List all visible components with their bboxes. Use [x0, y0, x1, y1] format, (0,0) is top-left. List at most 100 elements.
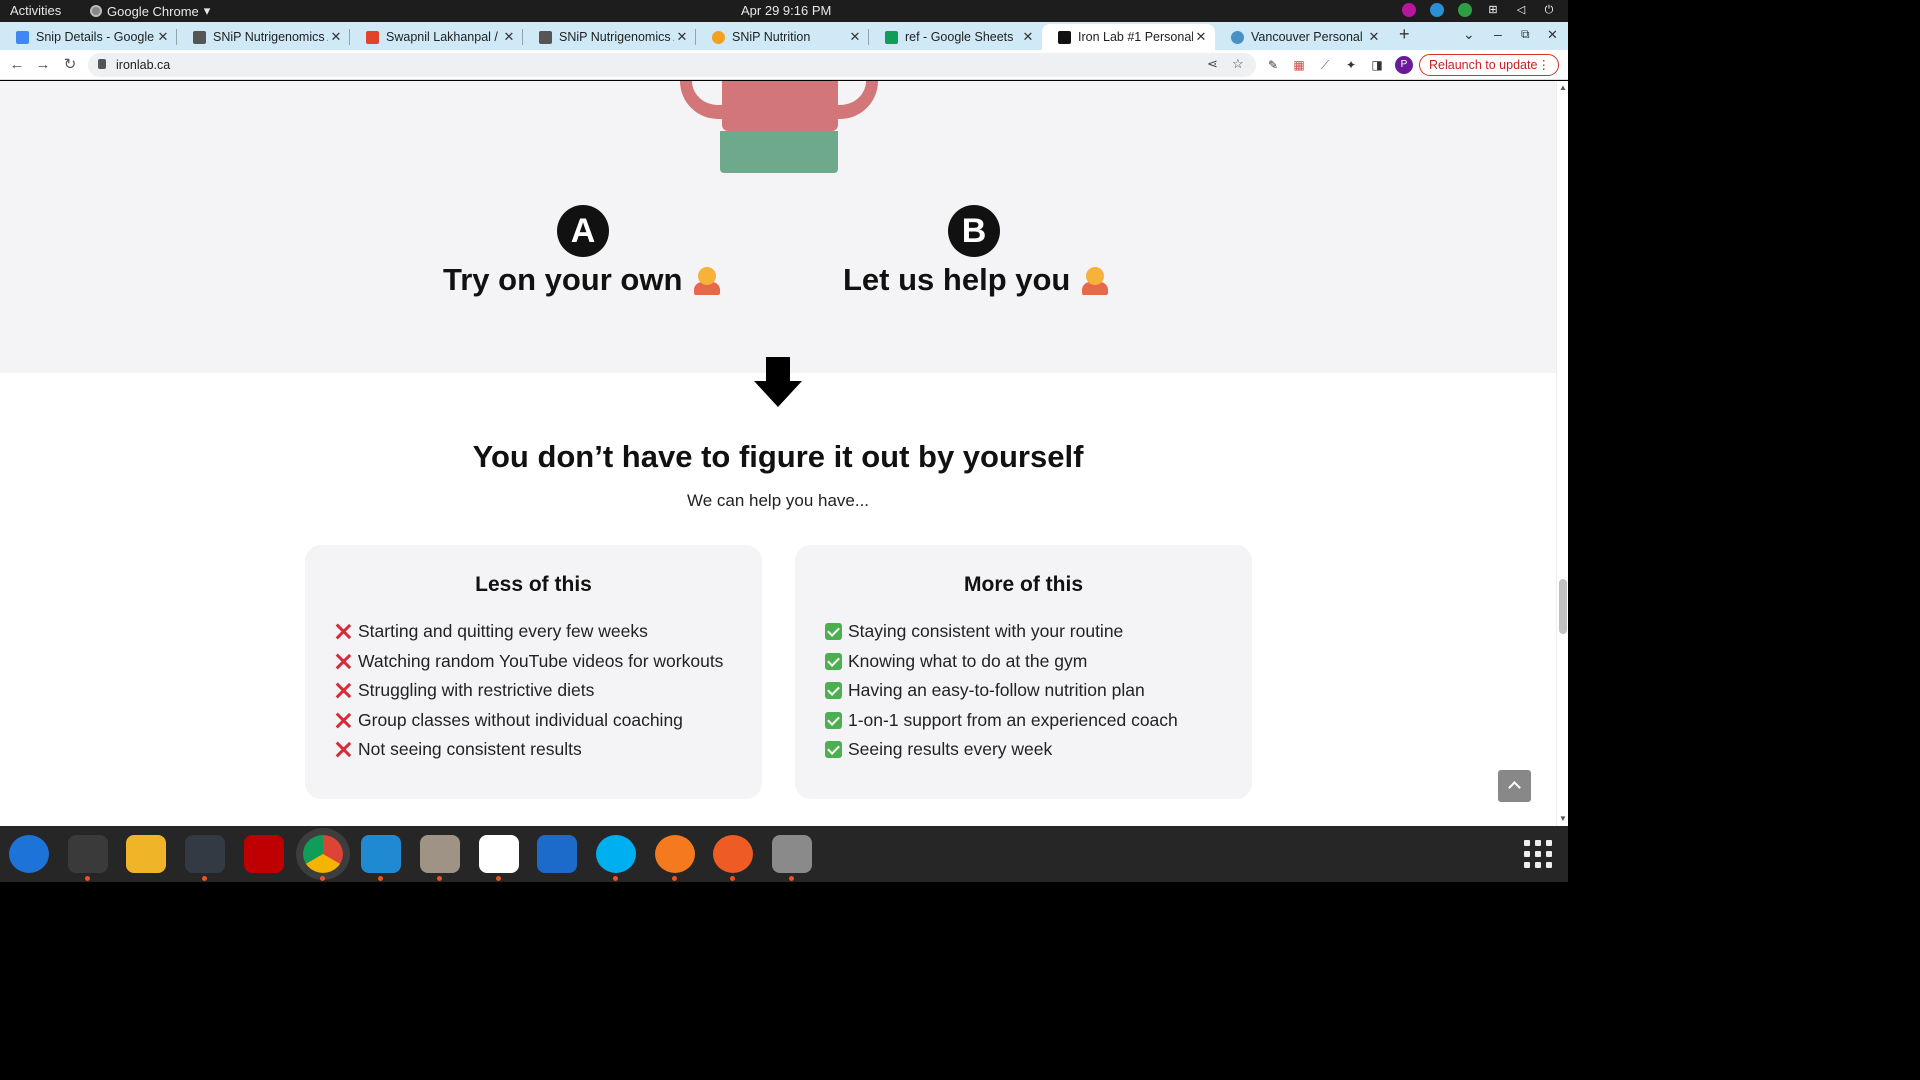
list-item: Staying consistent with your routine: [825, 617, 1178, 647]
close-icon[interactable]: ✕: [674, 29, 690, 45]
close-icon[interactable]: ✕: [501, 29, 517, 45]
share-icon[interactable]: ⋖: [1207, 56, 1218, 72]
running-indicator: [378, 876, 384, 881]
running-indicator: [730, 876, 736, 881]
list-item-text: Group classes without individual coachin…: [358, 709, 683, 730]
clock[interactable]: Apr 29 9:16 PM: [741, 3, 831, 18]
power-icon[interactable]: ⏻: [1542, 3, 1556, 17]
check-icon: [825, 652, 842, 670]
close-icon[interactable]: ✕: [1366, 29, 1382, 45]
page-scrollbar[interactable]: ▲ ▼: [1556, 81, 1568, 826]
filezilla-icon[interactable]: [243, 835, 284, 873]
close-icon[interactable]: ✕: [1193, 29, 1209, 45]
url-text[interactable]: ironlab.ca: [116, 58, 170, 72]
text-editor-icon[interactable]: [478, 835, 519, 881]
list-item: Seeing results every week: [825, 735, 1178, 765]
running-indicator: [671, 876, 677, 881]
new-tab-icon[interactable]: +: [1399, 24, 1410, 45]
tray-sync-icon[interactable]: [1430, 3, 1444, 17]
tab-title: Iron Lab #1 Personal: [1078, 30, 1193, 44]
app-menu-label: Google Chrome: [107, 3, 199, 19]
tab-title: Vancouver Personal T: [1251, 30, 1366, 44]
cross-icon: [335, 623, 352, 640]
files-icon[interactable]: [419, 835, 460, 881]
more-list: Staying consistent with your routine Kno…: [825, 617, 1178, 765]
section-subheading: We can help you have...: [686, 491, 870, 510]
terminal-icon[interactable]: [67, 835, 108, 881]
close-icon[interactable]: ✕: [328, 29, 344, 45]
hotspot-icon[interactable]: [654, 835, 695, 881]
tab[interactable]: SNiP Nutrigenomics A ✕: [523, 24, 696, 50]
system-monitor-icon[interactable]: [185, 835, 226, 881]
less-of-this-card: Less of this Starting and quitting every…: [305, 545, 762, 799]
vscode-icon[interactable]: [361, 835, 402, 881]
forward-icon[interactable]: →: [33, 55, 53, 75]
option-b-title: Let us help you: [843, 262, 1110, 298]
close-window-icon[interactable]: ✕: [1547, 27, 1558, 43]
scrollbar-thumb[interactable]: [1559, 579, 1567, 634]
option-a-badge: A: [557, 205, 609, 257]
tab-title: SNiP Nutrigenomics A: [559, 30, 674, 44]
chevron-down-icon: ▾: [203, 3, 211, 18]
running-indicator: [495, 876, 501, 881]
network-icon[interactable]: ⊞: [1486, 3, 1500, 17]
running-indicator: [319, 876, 325, 881]
disk-icon[interactable]: [772, 835, 813, 881]
tab[interactable]: Vancouver Personal T ✕: [1215, 24, 1388, 50]
scroll-to-top-button[interactable]: [1498, 770, 1531, 802]
thunderbird-icon[interactable]: [9, 835, 49, 873]
tray-check-icon[interactable]: [1458, 3, 1472, 17]
list-item-text: Starting and quitting every few weeks: [358, 621, 648, 642]
bookmark-star-icon[interactable]: ☆: [1232, 56, 1244, 72]
side-panel-icon[interactable]: ◨: [1369, 57, 1385, 73]
more-vert-icon: ⋮: [1537, 58, 1551, 72]
relaunch-button[interactable]: Relaunch to update ⋮: [1419, 54, 1559, 76]
tab-search-icon[interactable]: ⌄: [1463, 26, 1475, 43]
tab[interactable]: SNiP Nutrition ✕: [696, 24, 869, 50]
restore-icon[interactable]: ⧉: [1521, 27, 1530, 42]
tab[interactable]: Swapnil Lakhanpal / S ✕: [350, 24, 523, 50]
option-a-title: Try on your own: [443, 262, 722, 298]
list-item-text: Not seeing consistent results: [358, 739, 582, 760]
tab[interactable]: SNiP Nutrigenomics A ✕: [177, 24, 350, 50]
minimize-icon[interactable]: –: [1494, 26, 1502, 42]
tab[interactable]: Snip Details - Google ✕: [0, 24, 177, 50]
list-item: Group classes without individual coachin…: [335, 706, 723, 736]
chrome-icon[interactable]: [302, 835, 343, 881]
tray-app-icon[interactable]: [1402, 3, 1416, 17]
postman-icon[interactable]: [713, 835, 754, 881]
eyedropper-extension-icon[interactable]: ✎: [1265, 57, 1281, 73]
close-icon[interactable]: ✕: [847, 29, 863, 45]
extensions-puzzle-icon[interactable]: ✦: [1343, 57, 1359, 73]
pen-extension-icon[interactable]: ⟋: [1317, 57, 1333, 73]
list-item-text: Seeing results every week: [848, 739, 1053, 760]
calculator-icon[interactable]: [126, 835, 167, 873]
lock-icon[interactable]: [98, 59, 106, 69]
illustration-person: [722, 81, 838, 131]
option-a-title-text: Try on your own: [443, 262, 683, 297]
volume-icon[interactable]: ◁: [1514, 3, 1528, 17]
list-item: Having an easy-to-follow nutrition plan: [825, 676, 1178, 706]
profile-avatar[interactable]: P: [1395, 56, 1413, 74]
check-icon: [825, 682, 842, 700]
tab[interactable]: ref - Google Sheets ✕: [869, 24, 1042, 50]
list-item-text: Watching random YouTube videos for worko…: [358, 650, 724, 671]
arrow-down-icon: [754, 357, 802, 409]
back-icon[interactable]: ←: [7, 55, 27, 75]
activities-button[interactable]: Activities: [10, 3, 61, 18]
close-icon[interactable]: ✕: [1020, 29, 1036, 45]
skype-icon[interactable]: [596, 835, 636, 881]
app-menu[interactable]: Google Chrome ▾: [90, 3, 210, 19]
tab-active[interactable]: Iron Lab #1 Personal ✕: [1042, 24, 1215, 50]
check-icon: [825, 711, 842, 729]
address-bar[interactable]: ironlab.ca ⋖ ☆: [88, 53, 1256, 77]
calendar-extension-icon[interactable]: ▦: [1291, 57, 1307, 73]
writer-icon[interactable]: [537, 835, 578, 873]
reload-icon[interactable]: ↻: [60, 55, 80, 75]
show-apps-icon[interactable]: [1524, 840, 1552, 868]
close-icon[interactable]: ✕: [155, 29, 171, 45]
check-icon: [825, 623, 842, 641]
scroll-down-icon[interactable]: ▼: [1559, 814, 1567, 823]
scroll-up-icon[interactable]: ▲: [1559, 83, 1567, 92]
web-page: A Try on your own B Let us help you You …: [0, 81, 1568, 826]
